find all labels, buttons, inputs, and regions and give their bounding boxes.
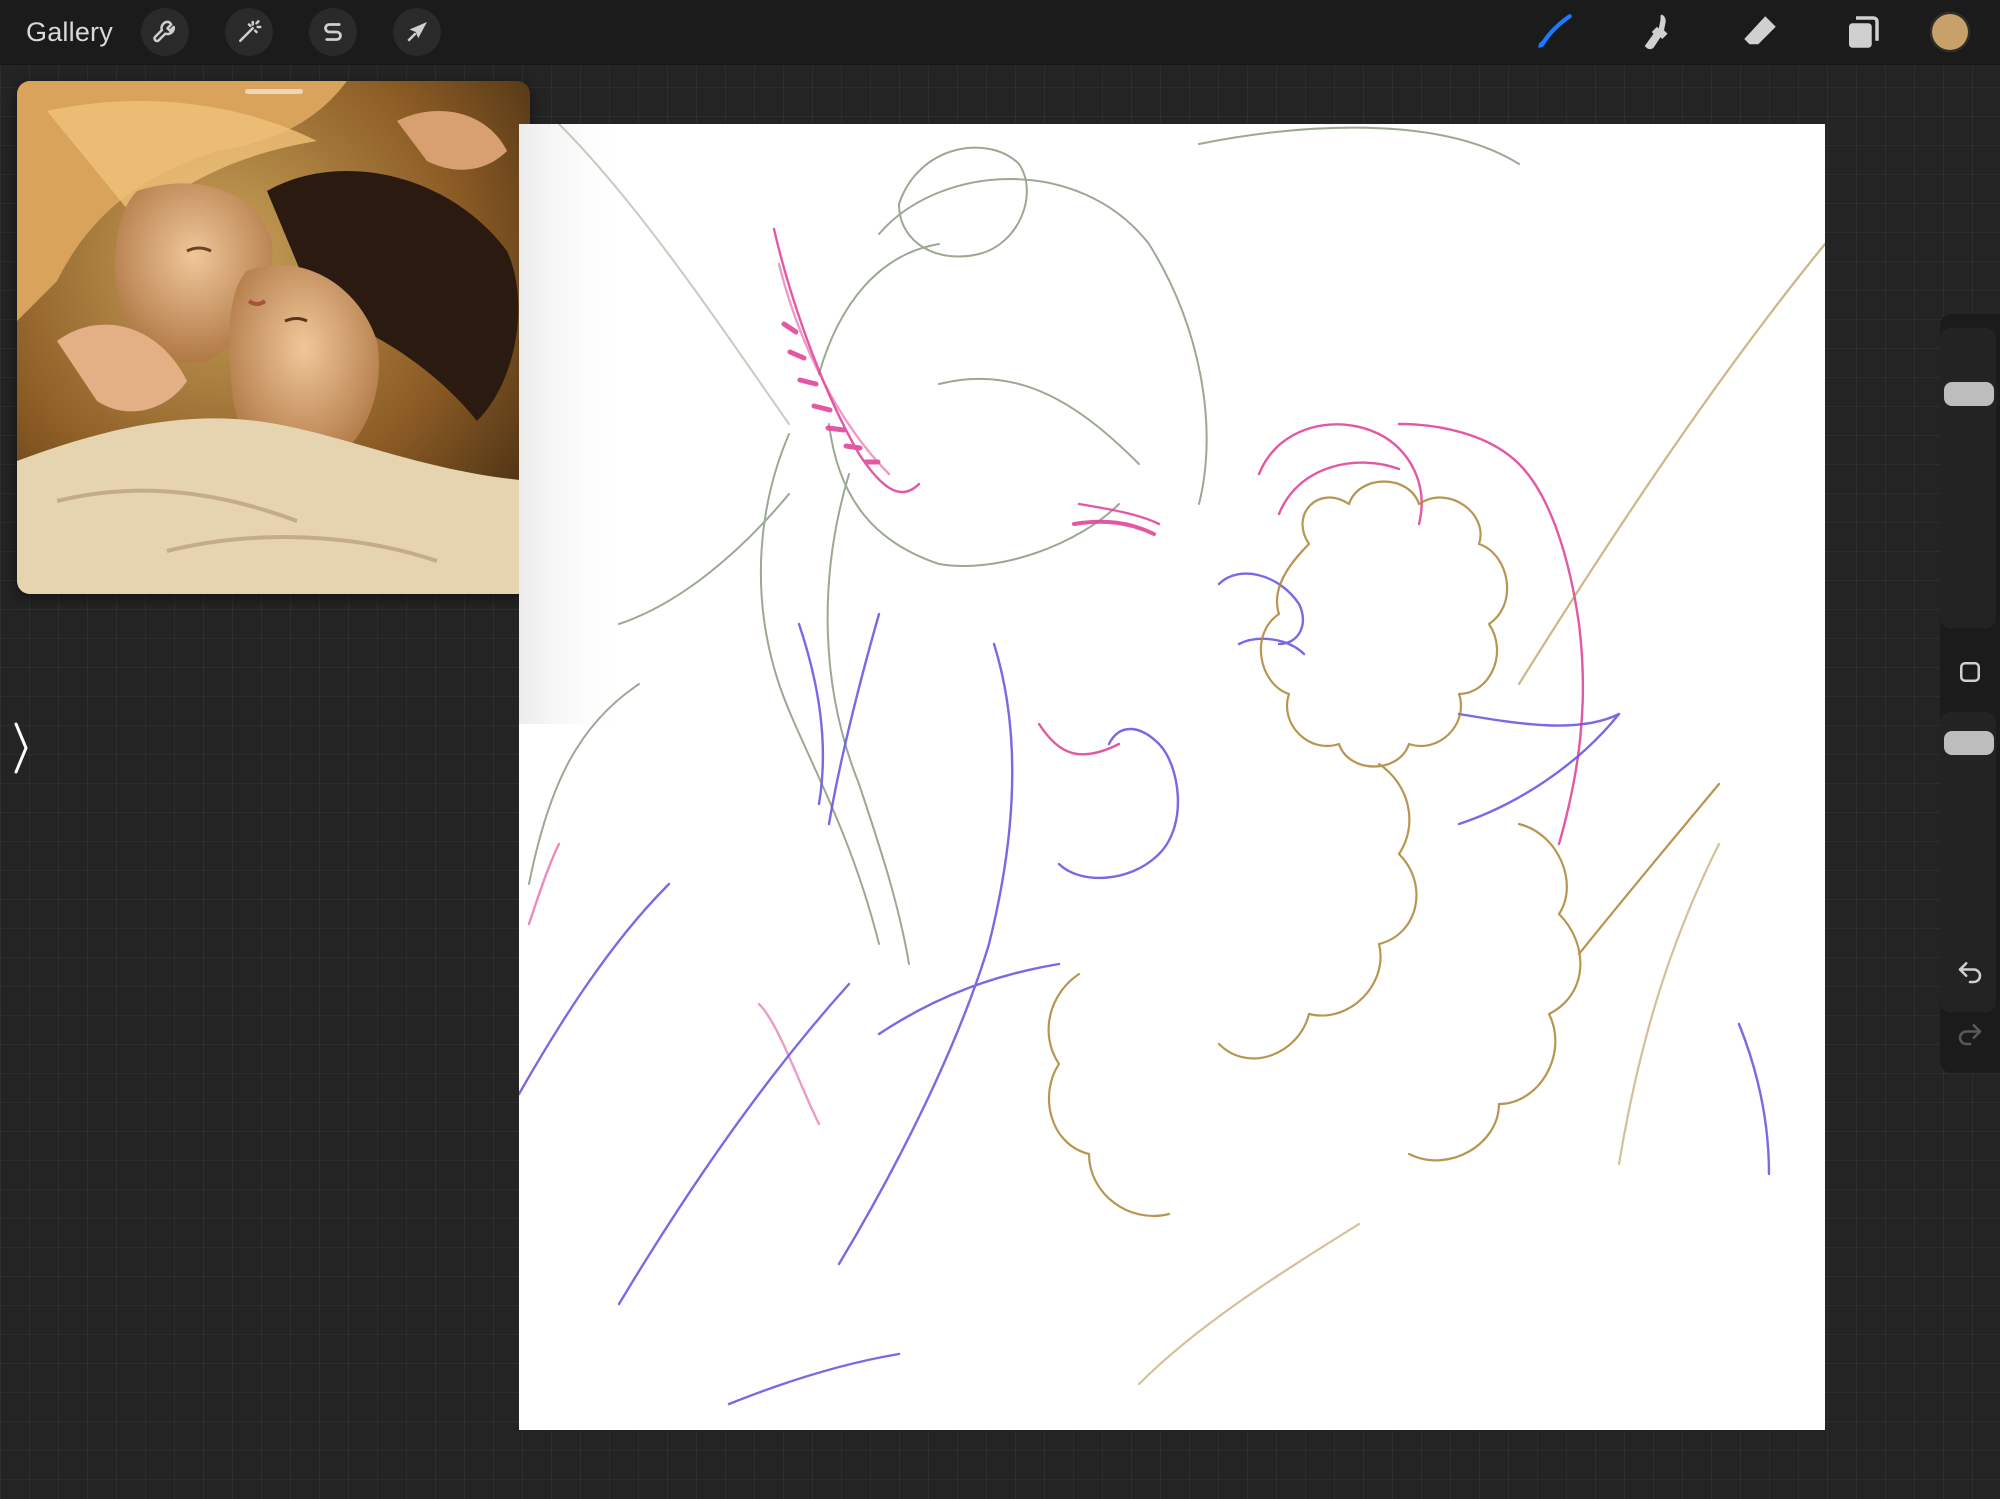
brush-size-slider[interactable] bbox=[1940, 328, 1996, 628]
reference-window-handle[interactable] bbox=[244, 89, 303, 94]
arrow-cursor-icon bbox=[407, 22, 427, 42]
brush-tool-button[interactable] bbox=[1530, 8, 1578, 56]
transform-button[interactable] bbox=[393, 8, 441, 56]
undo-icon bbox=[1958, 962, 1982, 984]
adjustments-button[interactable] bbox=[225, 8, 273, 56]
smudge-icon bbox=[1644, 14, 1668, 50]
chevron-right-icon bbox=[14, 722, 28, 774]
gallery-button[interactable]: Gallery bbox=[26, 17, 113, 48]
reference-window[interactable] bbox=[17, 81, 530, 594]
drawing-canvas[interactable] bbox=[519, 124, 1825, 1430]
color-picker-swatch[interactable] bbox=[1930, 12, 1970, 52]
brush-size-thumb[interactable] bbox=[1944, 381, 1994, 406]
magic-wand-icon bbox=[239, 20, 262, 42]
sketch-artwork bbox=[519, 124, 1825, 1406]
eraser-tool-button[interactable] bbox=[1736, 8, 1784, 56]
undo-button[interactable] bbox=[1948, 950, 1992, 994]
expand-panel-button[interactable] bbox=[6, 718, 36, 778]
top-toolbar: Gallery bbox=[0, 0, 2000, 65]
layers-button[interactable] bbox=[1839, 8, 1887, 56]
smudge-tool-button[interactable] bbox=[1633, 8, 1681, 56]
opacity-thumb[interactable] bbox=[1944, 731, 1994, 756]
wrench-icon bbox=[153, 20, 176, 43]
side-toolbar bbox=[1940, 314, 2000, 1073]
eraser-icon bbox=[1744, 16, 1776, 45]
redo-button[interactable] bbox=[1948, 1012, 1992, 1056]
modify-button[interactable] bbox=[1948, 650, 1992, 694]
redo-icon bbox=[1958, 1024, 1982, 1046]
brush-icon bbox=[1538, 14, 1572, 48]
reference-photo bbox=[17, 81, 530, 594]
selection-button[interactable] bbox=[309, 8, 357, 56]
actions-button[interactable] bbox=[141, 8, 189, 56]
square-icon bbox=[1960, 662, 1980, 682]
selection-s-icon bbox=[324, 23, 342, 41]
layers-icon bbox=[1849, 16, 1879, 48]
